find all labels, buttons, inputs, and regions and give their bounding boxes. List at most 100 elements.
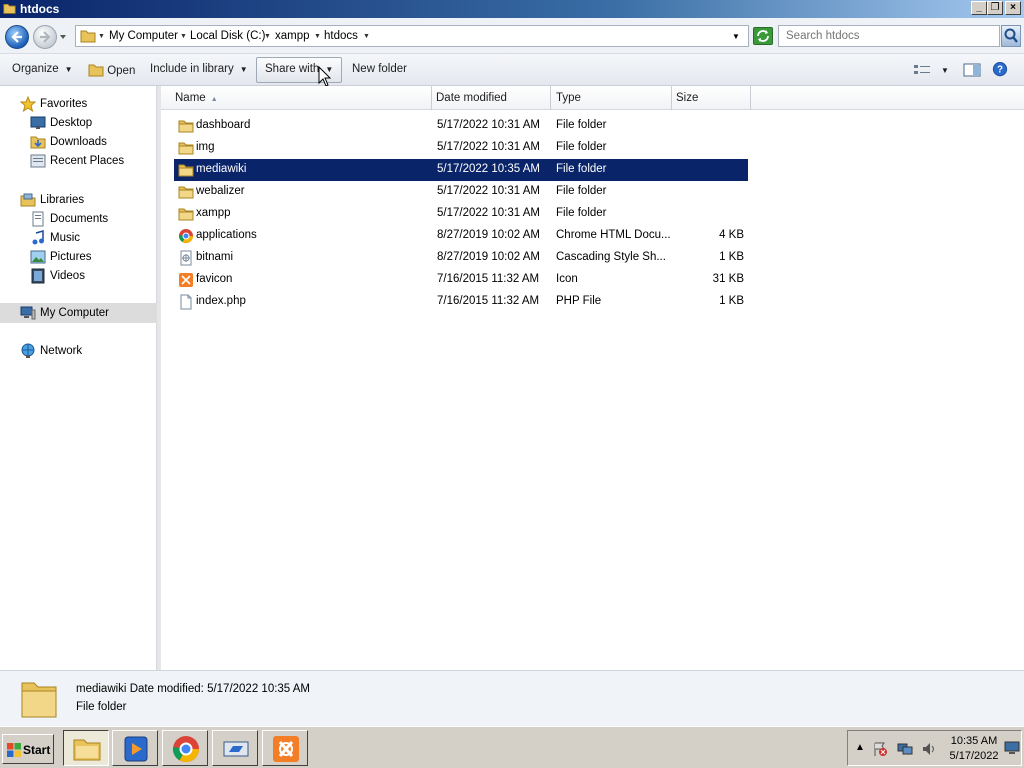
- details-date-label: Date modified:: [129, 683, 204, 695]
- show-desktop-icon[interactable]: [1004, 739, 1020, 755]
- window-title: htdocs: [20, 2, 60, 16]
- column-name-label: Name: [175, 92, 206, 104]
- chrome-icon: [179, 229, 193, 243]
- file-row[interactable]: webalizer 5/17/2022 10:31 AM File folder: [174, 181, 748, 203]
- file-type: File folder: [556, 207, 607, 219]
- nav-pictures[interactable]: Pictures: [0, 247, 157, 267]
- breadcrumb-xampp[interactable]: xampp: [275, 30, 310, 42]
- taskbar-server-manager[interactable]: [212, 730, 258, 766]
- file-name: xampp: [196, 207, 231, 219]
- window-title-bar[interactable]: htdocs _ ❐ ×: [0, 0, 1024, 18]
- chevron-down-icon[interactable]: ▼: [314, 33, 321, 40]
- chevron-down-icon[interactable]: ▼: [264, 33, 271, 40]
- sort-ascending-icon: ▲: [210, 96, 218, 103]
- column-header-date[interactable]: Date modified: [431, 86, 551, 110]
- nav-libraries[interactable]: Libraries: [0, 190, 157, 210]
- chrome-icon: [172, 736, 200, 763]
- arrow-left-icon: [11, 31, 22, 43]
- column-header-size[interactable]: Size: [671, 86, 751, 110]
- nav-recent-places[interactable]: Recent Places: [0, 151, 157, 171]
- file-size: 31 KB: [712, 273, 744, 285]
- taskbar-explorer[interactable]: [63, 730, 109, 766]
- file-date: 7/16/2015 11:32 AM: [437, 273, 540, 285]
- action-center-icon[interactable]: [872, 741, 888, 757]
- nav-documents[interactable]: Documents: [0, 209, 157, 229]
- nav-my-computer[interactable]: My Computer: [0, 303, 157, 323]
- help-icon[interactable]: ?: [991, 62, 1009, 78]
- chevron-down-icon[interactable]: ▼: [180, 33, 187, 40]
- file-row[interactable]: index.php 7/16/2015 11:32 AM PHP File 1 KB: [174, 291, 748, 313]
- details-date: 5/17/2022 10:35 AM: [207, 683, 311, 695]
- file-name: dashboard: [196, 119, 251, 131]
- breadcrumb-my-computer[interactable]: My Computer: [109, 30, 178, 42]
- taskbar: Start ▲ 10:35 AM 5/17/2022: [0, 726, 1024, 768]
- nav-computer-label: My Computer: [40, 307, 110, 319]
- nav-favorites[interactable]: Favorites: [0, 94, 157, 114]
- column-header-row: Name ▲ Date modified Type Size: [161, 86, 1024, 110]
- taskbar-media-player[interactable]: [112, 730, 158, 766]
- file-date: 5/17/2022 10:35 AM: [437, 163, 540, 175]
- column-header-type[interactable]: Type: [551, 86, 672, 110]
- view-options-icon[interactable]: [913, 62, 931, 78]
- network-tray-icon[interactable]: [897, 741, 913, 757]
- share-label: Share with: [265, 63, 320, 75]
- file-size: 1 KB: [719, 295, 744, 307]
- file-row[interactable]: img 5/17/2022 10:31 AM File folder: [174, 137, 748, 159]
- folder-icon: [178, 142, 194, 155]
- file-row[interactable]: bitnami 8/27/2019 10:02 AM Cascading Style…: [174, 247, 748, 269]
- preview-pane-icon[interactable]: [963, 62, 981, 78]
- nav-videos[interactable]: Videos: [0, 266, 157, 286]
- folder-icon: [178, 186, 194, 199]
- organize-button[interactable]: Organize ▼: [12, 63, 73, 75]
- nav-downloads[interactable]: Downloads: [0, 132, 157, 152]
- address-bar-row: ▼ My Computer ▼ Local Disk (C:) ▼ xampp …: [0, 18, 1024, 54]
- nav-network[interactable]: Network: [0, 341, 157, 361]
- back-button[interactable]: [5, 25, 29, 49]
- restore-button[interactable]: ❐: [987, 1, 1003, 15]
- show-hidden-icons-icon[interactable]: ▲: [855, 742, 871, 758]
- taskbar-chrome[interactable]: [162, 730, 208, 766]
- start-button[interactable]: Start: [2, 734, 54, 764]
- xampp-icon: [273, 736, 299, 762]
- navigation-pane: Favorites Desktop Downloads Recent Place…: [0, 86, 157, 670]
- file-row[interactable]: favicon 7/16/2015 11:32 AM Icon 31 KB: [174, 269, 748, 291]
- open-button[interactable]: Open: [88, 63, 135, 77]
- breadcrumb-local-disk[interactable]: Local Disk (C:): [190, 30, 265, 42]
- search-input[interactable]: [779, 26, 999, 46]
- recent-pages-dropdown[interactable]: [59, 33, 67, 41]
- search-box[interactable]: [778, 25, 1000, 47]
- folder-icon: [178, 208, 194, 221]
- volume-icon[interactable]: [921, 741, 937, 757]
- folder-icon: [178, 120, 194, 133]
- column-header-name[interactable]: Name ▲: [170, 86, 432, 110]
- file-row[interactable]: dashboard 5/17/2022 10:31 AM File folder: [174, 115, 748, 137]
- downloads-folder-icon: [30, 136, 46, 149]
- search-button[interactable]: [1001, 25, 1021, 47]
- start-label: Start: [23, 743, 51, 757]
- file-date: 5/17/2022 10:31 AM: [437, 185, 540, 197]
- close-button[interactable]: ×: [1005, 1, 1021, 15]
- address-bar[interactable]: ▼ My Computer ▼ Local Disk (C:) ▼ xampp …: [75, 25, 749, 47]
- view-options-dropdown[interactable]: ▼: [941, 66, 949, 75]
- new-folder-button[interactable]: New folder: [352, 63, 407, 75]
- breadcrumb-htdocs[interactable]: htdocs: [324, 30, 358, 42]
- file-row[interactable]: xampp 5/17/2022 10:31 AM File folder: [174, 203, 748, 225]
- clock[interactable]: 10:35 AM 5/17/2022: [946, 734, 1002, 764]
- chevron-down-icon[interactable]: ▼: [363, 33, 370, 40]
- chevron-down-icon: ▼: [239, 65, 248, 74]
- file-row[interactable]: applications 8/27/2019 10:02 AM Chrome HTM…: [174, 225, 748, 247]
- taskbar-xampp[interactable]: [262, 730, 308, 766]
- refresh-button[interactable]: [753, 27, 773, 45]
- pane-splitter[interactable]: [157, 86, 161, 670]
- address-history-dropdown[interactable]: ▼: [732, 32, 740, 41]
- minimize-button[interactable]: _: [971, 1, 987, 15]
- nav-music[interactable]: Music: [0, 228, 157, 248]
- nav-network-label: Network: [40, 345, 83, 357]
- chevron-down-icon[interactable]: ▼: [98, 33, 105, 40]
- nav-desktop[interactable]: Desktop: [0, 113, 157, 133]
- details-title-line: mediawiki Date modified: 5/17/2022 10:35…: [76, 683, 310, 695]
- forward-button[interactable]: [33, 25, 57, 49]
- file-row[interactable]: mediawiki 5/17/2022 10:35 AM File folder: [174, 159, 748, 181]
- include-in-library-button[interactable]: Include in library ▼: [150, 63, 248, 75]
- file-size: 4 KB: [719, 229, 744, 241]
